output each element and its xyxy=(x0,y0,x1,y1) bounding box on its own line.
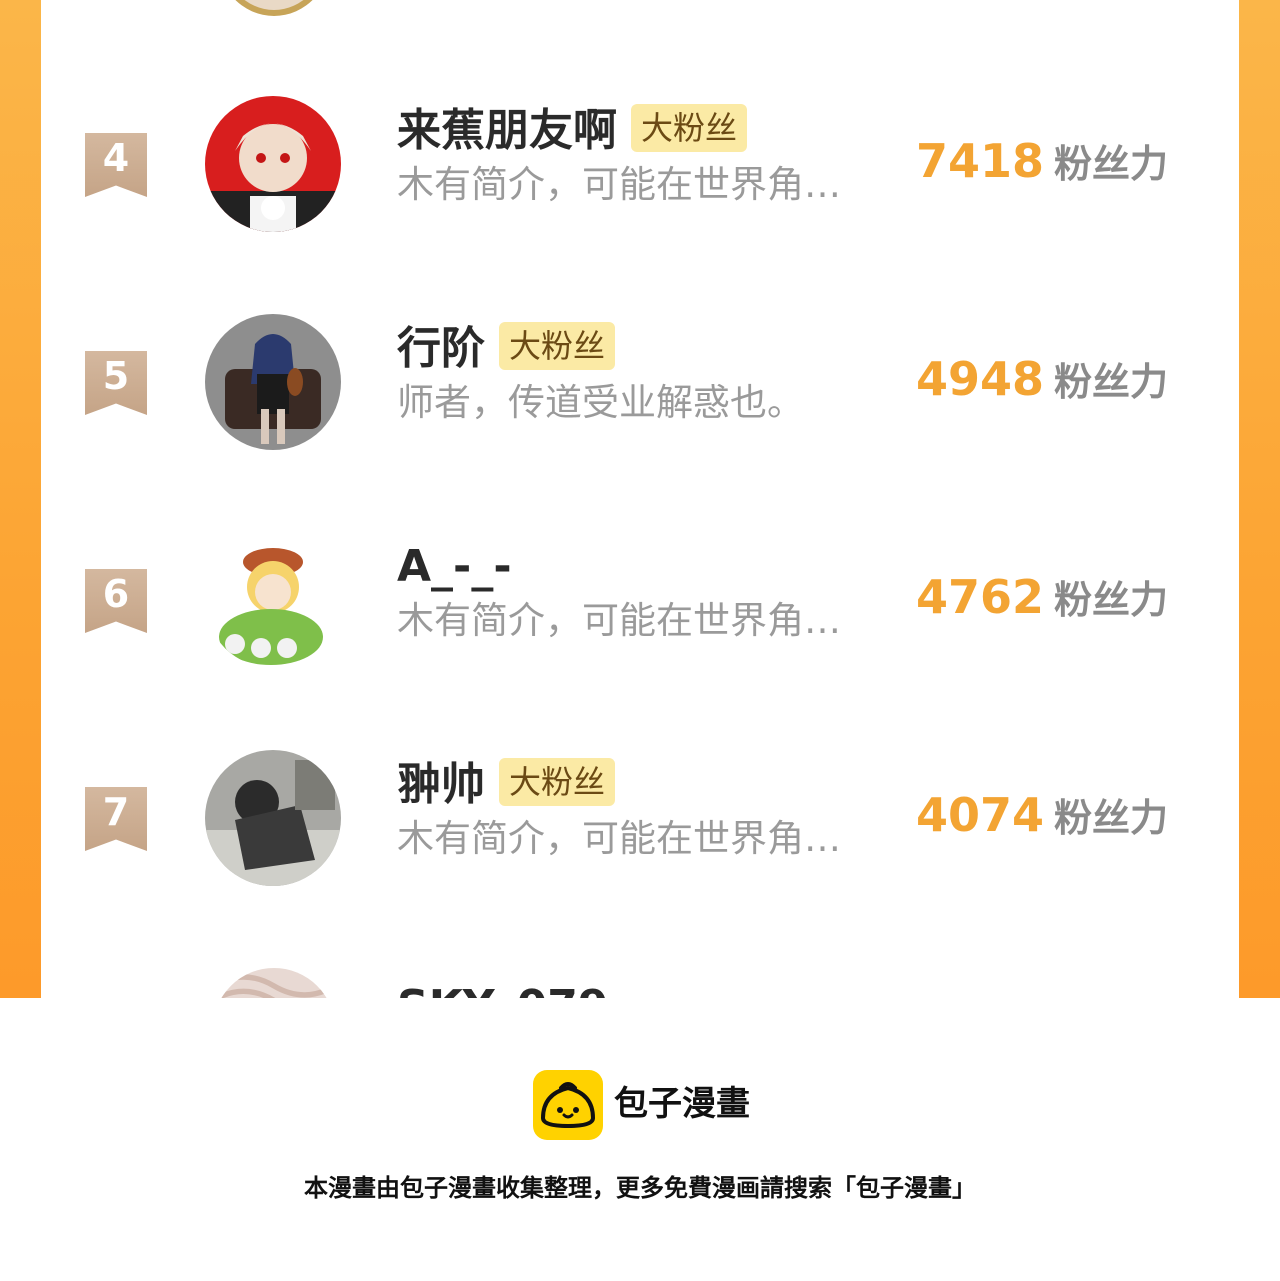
ranking-row[interactable]: 7 翀帅大粉丝 木有简介，可能在世界角落等待着 4074粉丝力 xyxy=(41,747,1239,887)
fan-power: 7418 粉丝力 xyxy=(916,131,1168,202)
fan-power: 4074 粉丝力 xyxy=(916,785,1168,856)
user-name[interactable]: SKY_079 xyxy=(397,977,609,998)
ranking-panel: 4 来蕉朋友啊 大粉丝 木有简介，可能在世界角落等 7418 粉丝力 5 行阶 … xyxy=(0,0,1280,998)
footer-notice: 本漫畫由包子漫畫收集整理，更多免費漫画請搜索「包子漫畫」 xyxy=(304,1174,976,1202)
ranking-row[interactable]: 5 行阶 大粉丝 师者，传道受业解惑也。 4948 粉丝力 xyxy=(41,311,1239,451)
fan-power: 4762 粉丝力 xyxy=(916,567,1168,638)
fan-power-label: 粉丝力 xyxy=(1054,142,1169,186)
user-bio: 木有简介，可能在世界角落等待着 xyxy=(397,817,877,860)
user-name-line[interactable]: 行阶 大粉丝 xyxy=(397,319,616,379)
user-avatar[interactable] xyxy=(205,314,341,450)
user-name[interactable]: 翀帅 xyxy=(397,759,485,810)
avatar-partial-icon xyxy=(213,968,335,998)
page: 4 来蕉朋友啊 大粉丝 木有简介，可能在世界角落等 7418 粉丝力 5 行阶 … xyxy=(0,0,1280,1281)
fan-power-value: 7418 xyxy=(916,134,1045,188)
fan-power-value: 4074 xyxy=(916,788,1045,842)
user-avatar[interactable] xyxy=(205,96,341,232)
user-avatar[interactable] xyxy=(205,750,341,886)
fan-power-value: 4762 xyxy=(916,570,1045,624)
user-avatar[interactable] xyxy=(213,968,335,998)
fan-badge: 大粉丝 xyxy=(499,758,616,806)
user-name-line[interactable]: A_-_- xyxy=(397,537,512,597)
rank-ribbon: 4 xyxy=(85,133,147,197)
footer: 包子漫畫 本漫畫由包子漫畫收集整理，更多免費漫画請搜索「包子漫畫」 xyxy=(0,998,1280,1281)
rank-ribbon: 7 xyxy=(85,787,147,851)
user-avatar[interactable] xyxy=(205,532,341,668)
previous-entry-avatar xyxy=(216,0,332,16)
avatar-anime-girl-violin-armchair-icon xyxy=(205,314,341,450)
fan-power-value: 4948 xyxy=(916,352,1045,406)
rank-ribbon: 6 xyxy=(85,569,147,633)
user-bio: 师者，传道受业解惑也。 xyxy=(397,381,804,424)
user-name[interactable]: 来蕉朋友啊 xyxy=(397,105,617,156)
user-name-line[interactable]: 翀帅 大粉丝 xyxy=(397,755,616,815)
fan-power-label: 粉丝力 xyxy=(1054,578,1169,622)
user-name[interactable]: A_-_- xyxy=(397,541,512,592)
avatar-anime-girl-red-background-icon xyxy=(205,96,341,232)
baozi-logo-icon xyxy=(533,1070,603,1140)
fan-power-label: 粉丝力 xyxy=(1054,796,1169,840)
avatar-photo-person-icon xyxy=(205,750,341,886)
rank-ribbon: 5 xyxy=(85,351,147,415)
user-bio: 木有简介，可能在世界角落等待着 xyxy=(397,599,877,642)
avatar-chibi-girl-hat-icon xyxy=(205,532,341,668)
ranking-row[interactable]: 4 来蕉朋友啊 大粉丝 木有简介，可能在世界角落等 7418 粉丝力 xyxy=(41,93,1239,233)
user-name-line[interactable]: 来蕉朋友啊 大粉丝 xyxy=(397,101,748,161)
ranking-card: 4 来蕉朋友啊 大粉丝 木有简介，可能在世界角落等 7418 粉丝力 5 行阶 … xyxy=(41,0,1239,998)
ranking-row[interactable]: SKY_079 xyxy=(41,965,1239,998)
ranking-row[interactable]: 6 A_-_- 木有简介，可能在世界角落等 4762 粉丝力 xyxy=(41,529,1239,669)
user-name[interactable]: 行阶 xyxy=(397,323,485,374)
fan-power-label: 粉丝力 xyxy=(1054,360,1169,404)
brand-name: 包子漫畫 xyxy=(614,1084,750,1124)
fan-badge: 大粉丝 xyxy=(499,322,616,370)
fan-badge: 大粉丝 xyxy=(631,104,748,152)
fan-power: 4948 粉丝力 xyxy=(916,349,1168,420)
user-bio: 木有简介，可能在世界角落等待着 xyxy=(397,163,877,206)
